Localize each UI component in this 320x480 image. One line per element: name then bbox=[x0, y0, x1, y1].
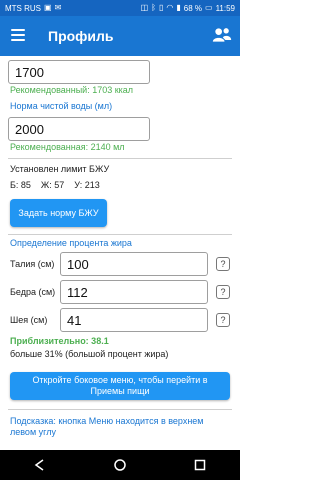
vibrate-icon: ▯ bbox=[158, 3, 164, 12]
divider bbox=[8, 234, 232, 235]
set-bju-button[interactable]: Задать норму БЖУ bbox=[10, 199, 107, 227]
users-icon[interactable] bbox=[212, 26, 232, 44]
recents-icon[interactable] bbox=[193, 458, 207, 472]
hips-label: Бедра (см) bbox=[10, 287, 56, 297]
image-notification-icon: ▣ bbox=[44, 3, 52, 12]
hint-text: Подсказка: кнопка Меню находится в верхн… bbox=[10, 416, 204, 437]
fat-result-description: больше 31% (большой процент жира) bbox=[10, 349, 169, 359]
profile-content: 1700 Рекомендованный: 1703 ккал Норма чи… bbox=[0, 56, 240, 450]
divider bbox=[8, 158, 232, 159]
back-icon[interactable] bbox=[33, 458, 47, 472]
neck-help-icon[interactable]: ? bbox=[216, 313, 230, 327]
water-label: Норма чистой воды (мл) bbox=[10, 101, 113, 111]
battery-icon: ▭ bbox=[205, 3, 213, 12]
calories-input[interactable]: 1700 bbox=[8, 60, 150, 84]
signal-icon: ▮ bbox=[176, 3, 181, 12]
mail-notification-icon: ✉ bbox=[54, 3, 62, 12]
clock: 11:59 bbox=[215, 3, 235, 13]
page-title: Профиль bbox=[48, 28, 114, 44]
battery-percent: 68 % bbox=[183, 3, 202, 13]
hips-help-icon[interactable]: ? bbox=[216, 285, 230, 299]
calories-recommended: Рекомендованный: 1703 ккал bbox=[10, 85, 134, 95]
water-input[interactable]: 2000 bbox=[8, 117, 150, 141]
divider bbox=[8, 409, 232, 410]
water-recommended: Рекомендованная: 2140 мл bbox=[10, 142, 125, 152]
waist-help-icon[interactable]: ? bbox=[216, 257, 230, 271]
neck-label: Шея (см) bbox=[10, 315, 48, 325]
wifi-icon: ◠ bbox=[166, 3, 174, 12]
fat-percent-title: Определение процента жира bbox=[10, 238, 132, 248]
app-bar: Профиль bbox=[0, 16, 240, 56]
home-icon[interactable] bbox=[113, 458, 127, 472]
hips-input[interactable]: 112 bbox=[60, 280, 208, 304]
fat-value: Ж: 57 bbox=[40, 180, 65, 190]
protein-value: Б: 85 bbox=[10, 180, 31, 190]
bju-values: Б: 85 Ж: 57 У: 213 bbox=[10, 180, 100, 190]
open-menu-button[interactable]: Откройте боковое меню, чтобы перейти в П… bbox=[10, 372, 230, 400]
nfc-icon: ◫ bbox=[140, 3, 149, 12]
fat-result: Приблизительно: 38.1 bbox=[10, 336, 109, 346]
system-nav-bar bbox=[0, 450, 240, 480]
waist-label: Талия (см) bbox=[10, 259, 55, 269]
bju-limit-title: Установлен лимит БЖУ bbox=[10, 164, 110, 174]
carrier-name: MTS RUS bbox=[5, 3, 41, 13]
neck-input[interactable]: 41 bbox=[60, 308, 208, 332]
waist-input[interactable]: 100 bbox=[60, 252, 208, 276]
status-bar: MTS RUS ▣ ✉ ◫ ᛒ ▯ ◠ ▮ 68 % ▭ 11:59 bbox=[0, 0, 240, 16]
bluetooth-icon: ᛒ bbox=[151, 3, 156, 12]
carbs-value: У: 213 bbox=[74, 180, 100, 190]
menu-icon[interactable] bbox=[11, 29, 25, 41]
